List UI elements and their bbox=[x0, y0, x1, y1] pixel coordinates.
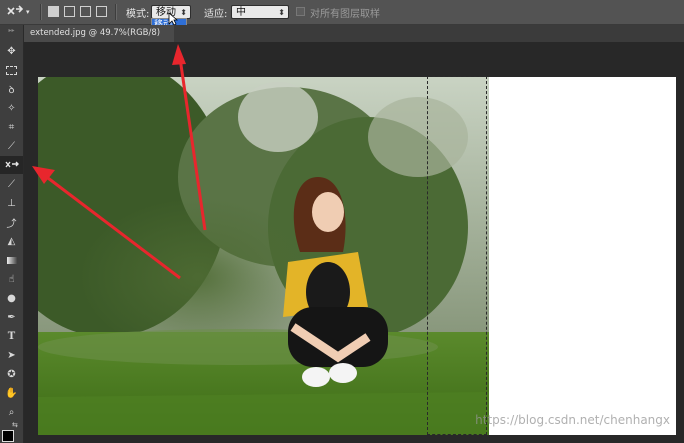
eraser-icon: ◭ bbox=[7, 235, 16, 247]
type-tool[interactable]: T bbox=[0, 327, 23, 345]
watermark-text: https://blog.csdn.net/chenhangx bbox=[475, 413, 670, 427]
stamp-icon: ⊥ bbox=[7, 197, 16, 209]
gradient-tool[interactable] bbox=[0, 251, 23, 269]
sample-all-layers-label: 对所有图层取样 bbox=[310, 8, 380, 20]
document-canvas[interactable]: https://blog.csdn.net/chenhangx bbox=[38, 77, 676, 435]
divider bbox=[40, 4, 42, 20]
move-tool[interactable]: ✥ bbox=[0, 42, 23, 60]
brush-icon: ⟋ bbox=[8, 178, 15, 190]
type-icon: T bbox=[7, 330, 16, 342]
smudge-icon: ☝ bbox=[8, 273, 15, 285]
new-selection-button[interactable] bbox=[48, 6, 59, 17]
gradient-icon bbox=[6, 256, 17, 264]
swap-colors-icon[interactable]: ⇆ bbox=[12, 421, 18, 429]
selection-marquee bbox=[427, 76, 487, 435]
pen-tool[interactable]: ✒ bbox=[0, 308, 23, 326]
fit-value: 中 bbox=[236, 7, 246, 18]
eyedropper-tool[interactable]: ⟋ bbox=[0, 137, 23, 155]
chevron-updown-icon: ⬍ bbox=[278, 8, 285, 17]
mode-label: 模式: bbox=[126, 8, 150, 20]
hand-icon: ✋ bbox=[5, 387, 18, 399]
eraser-tool[interactable]: ◭ bbox=[0, 232, 23, 250]
brush-tool[interactable]: ⟋ bbox=[0, 175, 23, 193]
lasso-tool[interactable]: ꝺ bbox=[0, 80, 23, 98]
tools-panel: ▸▸ ✥ ꝺ ✧ ⌗ ⟋ ⟋ ⊥ ⤴ ◭ ☝ ● ✒ T ➤ ✪ ✋ ⌕ ⇆ bbox=[0, 25, 24, 443]
fit-select[interactable]: 中 ⬍ bbox=[231, 5, 289, 19]
shape-icon: ✪ bbox=[7, 368, 16, 380]
smudge-tool[interactable]: ☝ bbox=[0, 270, 23, 288]
pen-icon: ✒ bbox=[7, 311, 16, 323]
zoom-icon: ⌕ bbox=[8, 406, 15, 418]
hand-tool[interactable]: ✋ bbox=[0, 384, 23, 402]
history-brush-icon: ⤴ bbox=[6, 218, 17, 230]
fit-label: 适应: bbox=[204, 8, 228, 20]
marquee-tool[interactable] bbox=[0, 61, 23, 79]
document-tab-bar: extended.jpg @ 49.7%(RGB/8) bbox=[24, 25, 684, 42]
sample-all-layers-checkbox[interactable] bbox=[296, 7, 305, 16]
magic-wand-icon: ✧ bbox=[7, 102, 16, 114]
magic-wand-tool[interactable]: ✧ bbox=[0, 99, 23, 117]
tool-preset-picker[interactable]: ▾ bbox=[6, 0, 30, 24]
document-tab[interactable]: extended.jpg @ 49.7%(RGB/8) bbox=[24, 25, 174, 42]
collapse-toolbar-icon[interactable]: ▸▸ bbox=[0, 27, 23, 34]
zoom-tool[interactable]: ⌕ bbox=[0, 403, 23, 421]
crop-icon: ⌗ bbox=[8, 121, 15, 133]
chevron-down-icon: ▾ bbox=[26, 8, 30, 16]
content-aware-move-tool[interactable] bbox=[0, 156, 23, 174]
lasso-icon: ꝺ bbox=[8, 85, 15, 96]
path-selection-icon: ➤ bbox=[7, 349, 16, 361]
subtract-from-selection-button[interactable] bbox=[80, 6, 91, 17]
content-aware-move-icon bbox=[7, 5, 24, 15]
history-brush-tool[interactable]: ⤴ bbox=[0, 213, 23, 231]
add-to-selection-button[interactable] bbox=[64, 6, 75, 17]
intersect-selection-button[interactable] bbox=[96, 6, 107, 17]
document-tab-title: extended.jpg @ 49.7%(RGB/8) bbox=[30, 28, 161, 38]
marquee-icon bbox=[6, 65, 17, 75]
content-aware-move-icon bbox=[4, 161, 19, 168]
photo-image bbox=[38, 77, 489, 435]
divider bbox=[115, 4, 117, 20]
dodge-tool[interactable]: ● bbox=[0, 289, 23, 307]
shape-tool[interactable]: ✪ bbox=[0, 365, 23, 383]
cursor-arrow-icon bbox=[168, 12, 178, 26]
move-icon: ✥ bbox=[7, 45, 16, 57]
dodge-icon: ● bbox=[7, 292, 16, 304]
clone-stamp-tool[interactable]: ⊥ bbox=[0, 194, 23, 212]
eyedropper-icon: ⟋ bbox=[8, 140, 15, 152]
foreground-color-swatch[interactable] bbox=[2, 430, 14, 442]
crop-tool[interactable]: ⌗ bbox=[0, 118, 23, 136]
path-selection-tool[interactable]: ➤ bbox=[0, 346, 23, 364]
options-bar: ▾ 模式: 移动 ⬍ 适应: 中 ⬍ 对所有图层取样 bbox=[0, 0, 684, 25]
